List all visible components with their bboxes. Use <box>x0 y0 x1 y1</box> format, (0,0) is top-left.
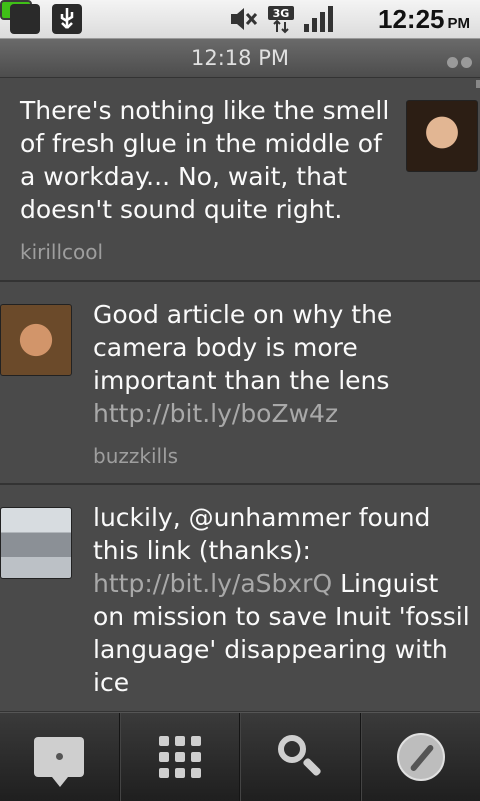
apps-button[interactable] <box>120 713 241 801</box>
timeline-header: 12:18 PM <box>0 39 480 78</box>
status-time: 12:25PM <box>378 2 470 36</box>
tweet-text: There's nothing like the smell of fresh … <box>20 94 390 226</box>
usb-icon <box>52 4 82 34</box>
avatar[interactable] <box>0 304 72 376</box>
android-icon <box>10 4 40 34</box>
mute-icon <box>228 4 260 34</box>
tweet-username[interactable]: buzzkills <box>93 444 473 468</box>
bottom-nav <box>0 712 480 801</box>
avatar[interactable] <box>0 507 72 579</box>
tweet-link[interactable]: http://bit.ly/boZw4z <box>93 399 338 428</box>
explore-button[interactable] <box>361 713 480 801</box>
svg-text:3G: 3G <box>273 7 290 20</box>
network-3g-icon: 3G <box>266 4 296 34</box>
search-icon <box>276 733 324 781</box>
tweet-link[interactable]: http://bit.ly/aSbxrQ <box>93 569 332 598</box>
tweet-item[interactable]: luckily, @unhammer found this link (than… <box>0 485 480 712</box>
tweet-item[interactable]: Good article on why the camera body is m… <box>0 282 480 485</box>
compass-icon <box>397 733 445 781</box>
apps-grid-icon <box>159 736 201 778</box>
search-button[interactable] <box>240 713 361 801</box>
header-time: 12:18 PM <box>0 39 480 77</box>
tweet-text: luckily, @unhammer found this link (than… <box>93 501 473 699</box>
scrollbar[interactable] <box>476 80 480 88</box>
tweet-text: Good article on why the camera body is m… <box>93 298 473 430</box>
status-bar: 3G 12:25PM <box>0 0 480 39</box>
compose-icon <box>34 737 84 777</box>
signal-icon <box>302 4 336 34</box>
page-indicator[interactable] <box>444 53 472 72</box>
avatar[interactable] <box>406 100 478 172</box>
tweet-list[interactable]: There's nothing like the smell of fresh … <box>0 78 480 712</box>
tweet-username[interactable]: kirillcool <box>20 240 390 264</box>
compose-button[interactable] <box>0 713 120 801</box>
tweet-item[interactable]: There's nothing like the smell of fresh … <box>0 78 480 282</box>
